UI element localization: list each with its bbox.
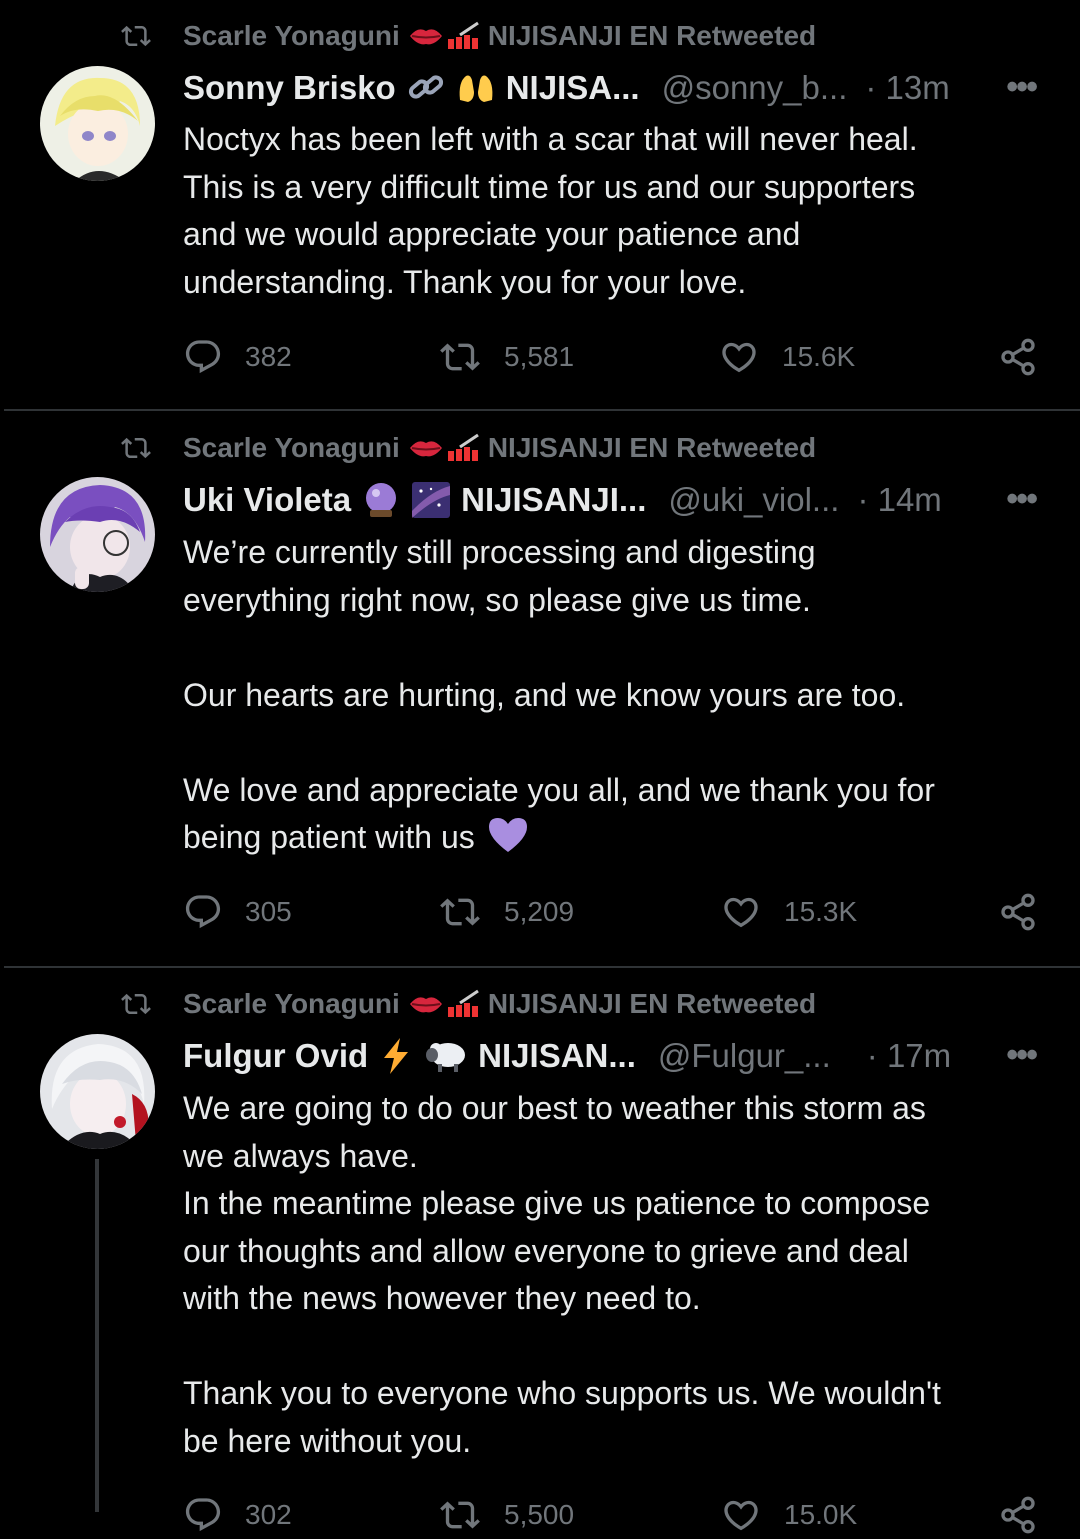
reply-icon [185,1498,221,1532]
reply-button[interactable]: 382 [183,337,292,377]
retweet-context: Scarle Yonaguni NIJISANJI EN Retweeted [118,428,816,468]
author-handle[interactable]: @Fulgur_... [658,1037,831,1075]
tweet-header: Fulgur Ovid NIJISAN... @Fulgur_... · 17m [183,1034,1040,1078]
tweet-actions: 305 5,209 15.3K [183,892,1040,936]
retweet-button[interactable]: 5,581 [438,337,574,377]
retweet-icon [121,25,151,47]
retweet-icon [440,898,480,926]
retweet-icon [440,1501,480,1529]
purple-heart-emoji-icon [487,816,529,868]
org-label: NIJISA... [505,69,640,106]
retweet-count: 5,581 [504,341,575,372]
share-button[interactable] [998,337,1060,377]
tweet-text: We’re currently still processing and dig… [183,529,1043,868]
retweet-button[interactable]: 5,209 [438,892,574,932]
share-icon [1001,338,1035,376]
like-count: 15.3K [784,896,858,927]
tweet-sonny[interactable]: Scarle Yonaguni NIJISANJI EN Retweeted S… [0,0,1080,410]
avatar[interactable] [40,66,155,181]
like-button[interactable]: 15.6K [718,337,855,377]
retweeted-label: NIJISANJI EN Retweeted [487,20,817,51]
retweet-context: Scarle Yonaguni NIJISANJI EN Retweeted [118,984,816,1024]
tweet-uki[interactable]: Scarle Yonaguni NIJISANJI EN Retweeted U… [0,411,1080,967]
author-name[interactable]: Uki Violeta [183,481,351,519]
tweet-header: Sonny Brisko NIJISA... @sonny_b... · 13m [183,66,1040,110]
lips-emoji-icon [408,989,484,1019]
author-handle[interactable]: @sonny_b... [662,69,848,107]
tweet-header: Uki Violeta NIJISANJI... @uki_viol... · … [183,478,1040,522]
tweet-actions: 382 5,581 15.6K [183,337,1040,381]
share-button[interactable] [998,892,1060,932]
lips-emoji-icon [408,433,484,463]
share-icon [1001,893,1035,931]
retweeted-label: NIJISANJI EN Retweeted [487,988,817,1019]
retweeter-name[interactable]: Scarle Yonaguni [183,988,400,1020]
retweet-context: Scarle Yonaguni NIJISANJI EN Retweeted [118,16,816,56]
author-name[interactable]: Fulgur Ovid [183,1037,368,1075]
tweet-text-content: We’re currently still processing and dig… [183,534,935,855]
like-button[interactable]: 15.0K [720,1495,857,1535]
retweet-count: 5,209 [504,896,575,927]
hands-emoji-icon [456,70,496,106]
reply-icon [185,340,221,374]
org-label: NIJISANJI... [461,481,647,518]
like-button[interactable]: 15.3K [720,892,857,932]
reply-button[interactable]: 305 [183,892,292,932]
tweet-text: We are going to do our best to weather t… [183,1090,941,1459]
like-count: 15.6K [782,341,856,372]
more-icon[interactable]: ••• [1006,68,1038,107]
link-emoji-icon [406,70,446,106]
share-icon [1001,1496,1035,1534]
author-name[interactable]: Sonny Brisko [183,69,396,107]
reply-count: 382 [245,341,292,372]
like-count: 15.0K [784,1499,858,1530]
lips-emoji-icon [408,21,484,51]
sheep-emoji-icon [424,1038,468,1074]
retweeter-name[interactable]: Scarle Yonaguni [183,432,400,464]
crystal-ball-emoji-icon [361,481,401,519]
tweet-time[interactable]: · 13m [865,69,949,107]
heart-icon [724,1500,758,1531]
retweet-icon [121,437,151,459]
tweet-time[interactable]: · 17m [867,1037,951,1075]
tweet-fulgur[interactable]: Scarle Yonaguni NIJISANJI EN Retweeted F… [0,968,1080,1534]
author-handle[interactable]: @uki_viol... [668,481,839,519]
reply-button[interactable]: 302 [183,1495,292,1535]
share-button[interactable] [998,1495,1060,1535]
retweet-icon [440,343,480,371]
more-icon[interactable]: ••• [1006,480,1038,519]
thread-connector [95,1159,99,1512]
lightning-emoji-icon [378,1036,414,1076]
tweet-text: Noctyx has been left with a scar that wi… [183,121,918,300]
heart-icon [722,342,756,373]
night-sky-emoji-icon [411,481,451,519]
reply-count: 305 [245,896,292,927]
tweet-actions: 302 5,500 15.0K [183,1495,1040,1539]
retweet-button[interactable]: 5,500 [438,1495,574,1535]
more-icon[interactable]: ••• [1006,1036,1038,1075]
reply-icon [185,895,221,929]
avatar[interactable] [40,477,155,592]
retweet-count: 5,500 [504,1499,575,1530]
heart-icon [724,897,758,928]
avatar[interactable] [40,1034,155,1149]
tweet-time[interactable]: · 14m [857,481,941,519]
retweet-icon [121,993,151,1015]
retweeter-name[interactable]: Scarle Yonaguni [183,20,400,52]
reply-count: 302 [245,1499,292,1530]
org-label: NIJISAN... [478,1037,636,1074]
retweeted-label: NIJISANJI EN Retweeted [487,432,817,463]
